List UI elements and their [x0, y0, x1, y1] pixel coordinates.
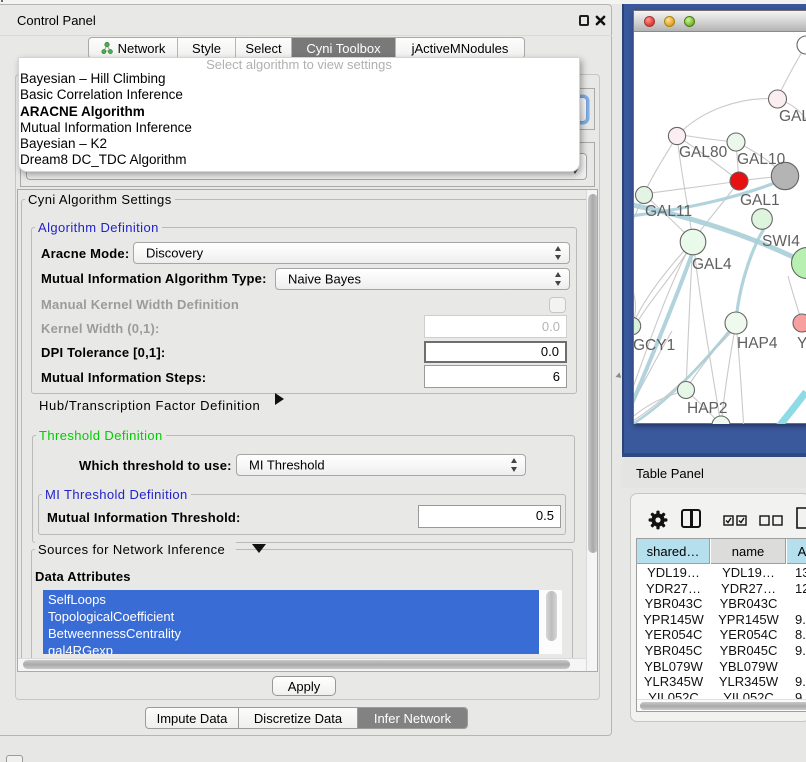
svg-text:GCY1: GCY1 — [634, 337, 675, 354]
svg-text:SWI4: SWI4 — [762, 233, 800, 250]
svg-text:HAP4: HAP4 — [737, 335, 778, 352]
svg-text:GAL10: GAL10 — [737, 151, 786, 168]
svg-text:Y: Y — [797, 335, 806, 352]
svg-text:GAL80: GAL80 — [679, 144, 728, 161]
svg-text:HAP2: HAP2 — [687, 400, 728, 417]
svg-text:GAL4: GAL4 — [692, 256, 732, 273]
svg-text:GAL: GAL — [779, 108, 806, 125]
svg-text:GAL11: GAL11 — [645, 203, 692, 220]
svg-text:GAL1: GAL1 — [740, 192, 780, 209]
